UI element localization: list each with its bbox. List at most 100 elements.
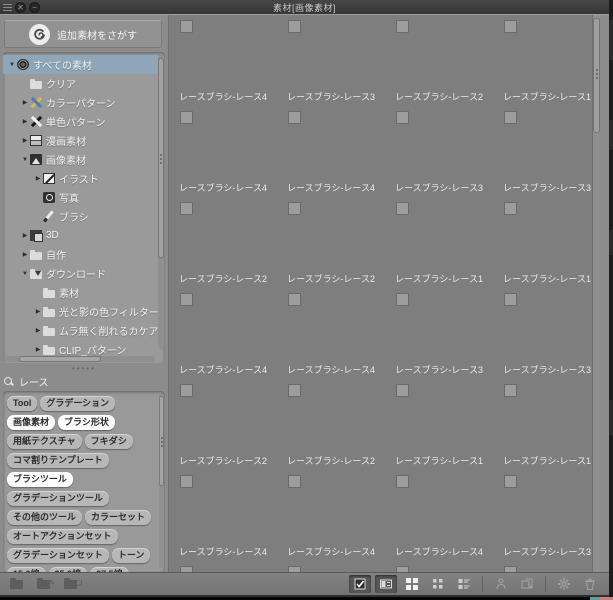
tree-item-folder[interactable]: ▶ 自作 [3,245,158,264]
material-item[interactable]: レースブラシ-レース2 [169,197,277,288]
expand-arrow-icon[interactable]: ▶ [20,232,30,239]
new-folder-icon[interactable] [10,577,28,591]
material-item[interactable]: レースブラシ-レース3 [493,470,600,561]
material-checkbox[interactable] [288,384,301,397]
expand-arrow-icon[interactable]: ▶ [33,346,43,353]
close-icon[interactable]: ✕ [15,1,26,13]
tree-item-folder[interactable]: ▶ ムラ無く削れるカケアミ削りブラ [3,321,158,340]
material-checkbox[interactable] [180,20,193,33]
material-checkbox[interactable] [396,475,409,488]
expand-arrow-icon[interactable]: ▶ [20,137,30,144]
tree-item-download[interactable]: ▼ ダウンロード [3,264,158,283]
titlebar[interactable]: 素材[画像素材] ✕ − [0,0,609,14]
tag-pill[interactable]: グラデーションツール [7,491,109,506]
material-checkbox[interactable] [396,293,409,306]
material-item[interactable]: レースブラシ-レース3 [493,106,600,197]
material-item[interactable]: レースブラシ-レース3 [385,288,493,379]
material-item[interactable]: レースブラシ-レース2 [277,379,385,470]
tag-pill[interactable]: ブラシツール [7,472,73,487]
minimize-icon[interactable]: − [29,1,40,13]
tree-item-illustration[interactable]: ▶ イラスト [3,169,158,188]
material-checkbox[interactable] [396,384,409,397]
tag-pill[interactable]: トーン [111,548,151,563]
panel-menu-icon[interactable] [3,3,12,11]
material-item[interactable]: レースブラシ-レース3 [385,106,493,197]
tree-item-folder[interactable]: 素材 [3,283,158,302]
tag-pill[interactable]: グラデーション [40,396,116,411]
tree-item-folder[interactable]: ▶ CLIP_パターン [3,340,158,356]
material-checkbox[interactable] [180,202,193,215]
tree-item-manga[interactable]: ▶ 漫画素材 [3,131,158,150]
view-large-grid-icon[interactable] [401,575,423,593]
material-checkbox[interactable] [180,475,193,488]
material-item[interactable]: レースブラシ-レース4 [277,288,385,379]
material-checkbox[interactable] [396,20,409,33]
tag-pill[interactable]: カラーセット [85,510,152,525]
tag-pill[interactable]: グラデーションセット [7,548,109,563]
material-checkbox[interactable] [288,475,301,488]
material-item[interactable]: レースブラシ-レース1 [385,197,493,288]
find-more-materials-button[interactable]: 追加素材をさがす [4,20,162,48]
material-checkbox[interactable] [288,20,301,33]
tree-item-folder[interactable]: ▶ 光と影の色フィルター(グラデー [3,302,158,321]
material-item[interactable]: レースブラシ-レース2 [385,15,493,106]
material-checkbox[interactable] [504,293,517,306]
expand-arrow-icon[interactable]: ▶ [20,251,30,258]
expand-arrow-icon[interactable]: ▶ [20,99,30,106]
material-checkbox[interactable] [180,384,193,397]
material-checkbox[interactable] [504,202,517,215]
expand-arrow-icon[interactable]: ▼ [20,271,30,277]
tag-search-input[interactable] [19,376,162,387]
expand-arrow-icon[interactable]: ▶ [33,175,43,182]
material-checkbox[interactable] [504,111,517,124]
material-checkbox[interactable] [180,293,193,306]
material-item[interactable]: レースブラシ-レース4 [277,106,385,197]
tag-pill[interactable]: フキダシ [84,434,133,449]
material-checkbox[interactable] [396,111,409,124]
expand-arrow-icon[interactable]: ▼ [20,157,30,163]
tree-item-3d[interactable]: ▶ 3D [3,226,158,245]
material-item[interactable]: レースブラシ-レース1 [493,379,600,470]
material-checkbox[interactable] [504,20,517,33]
material-checkbox[interactable] [180,111,193,124]
material-item[interactable]: レースブラシ-レース1 [493,197,600,288]
material-item[interactable]: レースブラシ-レース2 [277,197,385,288]
material-item[interactable]: レースブラシ-レース4 [169,470,277,561]
material-item[interactable]: レースブラシ-レース3 [277,15,385,106]
tag-pill[interactable]: Tool [7,396,38,411]
expand-arrow-icon[interactable]: ▶ [20,118,30,125]
tree-horizontal-scrollbar[interactable] [5,356,155,362]
view-list-icon[interactable] [453,575,475,593]
material-item[interactable]: レースブラシ-レース4 [169,106,277,197]
show-checkboxes-icon[interactable] [349,575,371,593]
material-checkbox[interactable] [288,111,301,124]
material-checkbox[interactable] [288,293,301,306]
material-item[interactable]: レースブラシ-レース2 [169,379,277,470]
panel-splitter[interactable]: ••••• [0,365,168,373]
tag-pill[interactable]: オートアクションセット [7,529,118,544]
material-item[interactable]: レースブラシ-レース4 [169,288,277,379]
tag-pill[interactable]: 用紙テクスチャ [7,434,82,449]
open-folder-icon[interactable]: ✎ [37,577,55,591]
tree-vertical-scrollbar[interactable] [158,54,164,349]
expand-arrow-icon[interactable]: ▶ [33,327,43,334]
tag-vertical-scrollbar[interactable] [159,394,164,568]
tree-item-mono-pattern[interactable]: ▶ 単色パターン [3,112,158,131]
thumbnail-detail-icon[interactable] [375,575,397,593]
material-checkbox[interactable] [288,202,301,215]
tag-pill[interactable]: 画像素材 [7,415,56,430]
view-small-grid-icon[interactable] [427,575,449,593]
material-checkbox[interactable] [504,384,517,397]
expand-arrow-icon[interactable]: ▼ [7,62,17,68]
material-item[interactable]: レースブラシ-レース4 [277,470,385,561]
material-item[interactable]: レースブラシ-レース4 [385,470,493,561]
tree-item-all-materials[interactable]: ▼ すべての素材 [3,55,158,74]
material-checkbox[interactable] [396,202,409,215]
grid-vertical-scrollbar[interactable] [592,15,600,575]
tree-item-image[interactable]: ▼ 画像素材 [3,150,158,169]
tag-pill[interactable]: ブラシ形状 [58,415,115,430]
tree-item-color-pattern[interactable]: ▶ カラーパターン [3,93,158,112]
material-item[interactable]: レースブラシ-レース4 [169,15,277,106]
tree-item-folder[interactable]: クリア [3,74,158,93]
expand-arrow-icon[interactable]: ▶ [33,308,43,315]
